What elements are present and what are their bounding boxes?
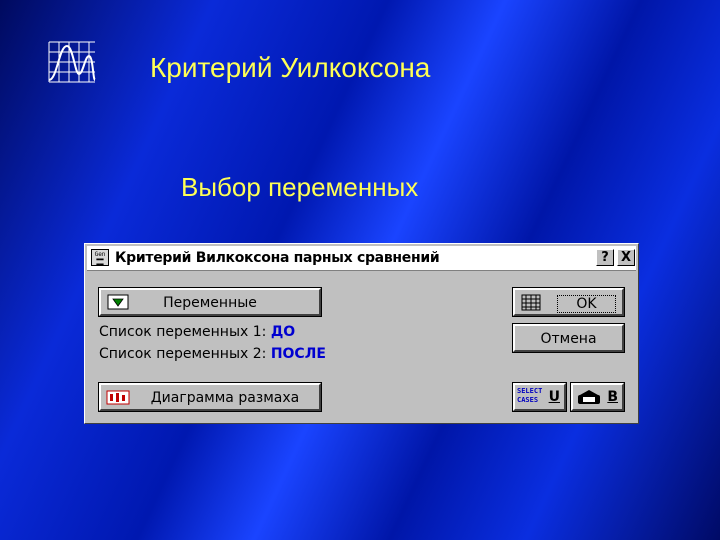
slide-title: Критерий Уилкоксона: [150, 52, 431, 83]
var-list-1-value: ДО: [270, 324, 296, 340]
wilcoxon-dialog: Gen ▬▬ ▬▬ Критерий Вилкоксона парных сравн…: [84, 243, 639, 424]
select-cases-button[interactable]: SELECT CASES U: [512, 382, 567, 412]
var-list-1-label: Список переменных 1:: [99, 324, 267, 340]
spreadsheet-grid-icon: [521, 294, 541, 311]
cancel-button[interactable]: Отмена: [512, 323, 625, 353]
var-list-1: Список переменных 1: ДО: [99, 324, 295, 340]
var-list-2-value: ПОСЛЕ: [270, 346, 326, 362]
select-cases-key: U: [548, 389, 560, 405]
boxplot-icon: [106, 390, 130, 405]
boxplot-button-label: Диаграмма размаха: [150, 390, 300, 406]
weight-icon: [578, 390, 600, 404]
weight-button[interactable]: B: [570, 382, 625, 412]
weight-key: B: [607, 389, 618, 405]
help-button[interactable]: ?: [596, 249, 614, 266]
dialog-titlebar[interactable]: Gen ▬▬ ▬▬ Критерий Вилкоксона парных сравн…: [87, 246, 636, 271]
ok-button[interactable]: OK: [512, 287, 625, 317]
cancel-button-label: Отмена: [540, 331, 597, 347]
slide-subtitle: Выбор переменных: [181, 172, 419, 202]
select-cases-icon: SELECT CASES: [517, 387, 543, 404]
var-list-2-label: Список переменных 2:: [99, 346, 267, 362]
dialog-title: Критерий Вилкоксона парных сравнений: [115, 250, 440, 266]
distribution-chart-icon: [48, 41, 96, 83]
var-list-2: Список переменных 2: ПОСЛЕ: [99, 346, 326, 362]
close-button[interactable]: X: [617, 249, 635, 266]
boxplot-button[interactable]: Диаграмма размаха: [98, 382, 322, 412]
system-menu-icon[interactable]: Gen ▬▬ ▬▬: [91, 249, 109, 268]
variables-button[interactable]: Переменные: [98, 287, 322, 317]
variables-button-label: Переменные: [163, 295, 257, 311]
ok-button-label: OK: [557, 295, 616, 313]
